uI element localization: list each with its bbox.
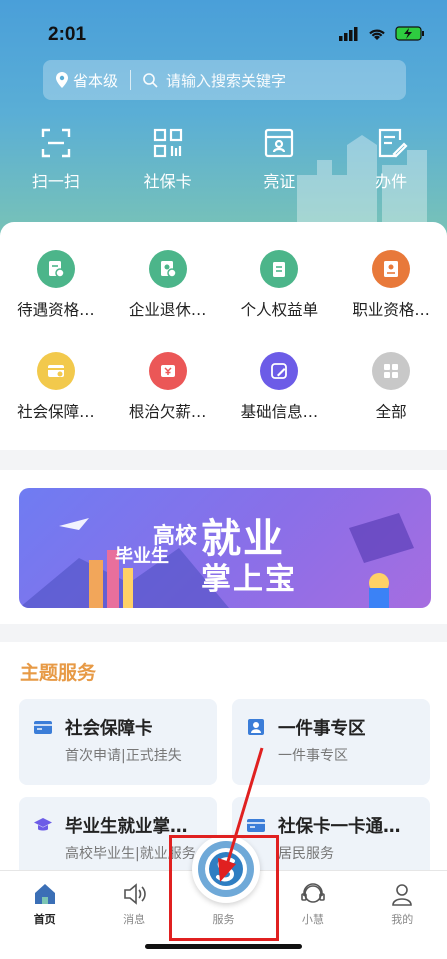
tile-title: 社会保障卡 bbox=[65, 719, 153, 739]
search-placeholder: 请输入搜索关键字 bbox=[166, 71, 287, 90]
card-icon bbox=[34, 721, 52, 734]
tab-home[interactable]: 首页 bbox=[0, 871, 89, 959]
tab-profile[interactable]: 我的 bbox=[358, 871, 447, 959]
user-icon bbox=[392, 884, 413, 906]
rights-icon bbox=[260, 250, 299, 288]
quick-action-cases[interactable]: 办件 bbox=[335, 126, 447, 192]
quick-action-label: 办件 bbox=[375, 172, 408, 191]
service-item[interactable]: 根治欠薪… bbox=[112, 352, 224, 454]
banner-text-palm-treasure: 掌上宝 bbox=[201, 562, 297, 597]
service-item[interactable]: 企业退休… bbox=[112, 250, 224, 352]
wifi-icon bbox=[369, 29, 385, 40]
service-item[interactable]: 个人权益单 bbox=[224, 250, 336, 352]
search-bar[interactable]: 省本级 请输入搜索关键字 bbox=[43, 60, 406, 100]
service-item-all[interactable]: 全部 bbox=[335, 352, 447, 454]
quick-action-scan[interactable]: 扫一扫 bbox=[0, 126, 112, 192]
tab-label: 小慧 bbox=[301, 913, 324, 926]
quick-action-label: 扫一扫 bbox=[31, 172, 80, 191]
theme-tile-social-card[interactable]: 社会保障卡 首次申请|正式挂失 bbox=[19, 699, 217, 785]
quick-action-show-id[interactable]: 亮证 bbox=[224, 126, 336, 192]
wage-icon bbox=[148, 352, 187, 390]
certificate-icon bbox=[372, 250, 411, 288]
status-time: 2:01 bbox=[48, 24, 87, 45]
service-item[interactable]: 基础信息… bbox=[224, 352, 336, 454]
graduation-cap-icon bbox=[34, 818, 52, 831]
banner-text-college: 高校 bbox=[153, 524, 198, 549]
edit-document-icon bbox=[379, 128, 408, 158]
search-icon bbox=[143, 72, 158, 88]
quick-actions: 扫一扫 社保卡 亮证 办件 bbox=[0, 126, 447, 192]
tab-label: 我的 bbox=[391, 913, 414, 926]
tile-subtitle: 一件事专区 bbox=[278, 748, 348, 764]
scan-icon bbox=[41, 128, 71, 158]
info-edit-icon bbox=[260, 352, 299, 390]
home-icon bbox=[34, 884, 55, 904]
status-bar: 2:01 bbox=[0, 0, 447, 60]
tile-subtitle: 首次申请|正式挂失 bbox=[65, 748, 182, 764]
quick-action-label: 亮证 bbox=[263, 172, 296, 191]
retirement-icon bbox=[148, 250, 187, 288]
speaker-icon bbox=[124, 883, 146, 905]
tab-label: 首页 bbox=[33, 913, 56, 926]
card-icon bbox=[247, 819, 265, 832]
qr-code-icon bbox=[153, 128, 182, 158]
location-pin-icon bbox=[56, 72, 68, 88]
theme-tile-one-thing[interactable]: 一件事专区 一件事专区 bbox=[232, 699, 430, 785]
all-apps-icon bbox=[372, 352, 411, 390]
service-item[interactable]: 职业资格… bbox=[335, 250, 447, 352]
section-title: 主题服务 bbox=[20, 662, 97, 684]
headset-icon bbox=[301, 883, 325, 903]
id-card-icon bbox=[265, 128, 294, 158]
card-icon bbox=[36, 352, 75, 390]
battery-charging-icon bbox=[395, 26, 424, 41]
promo-banner[interactable]: 毕业生 高校 就业 掌上宝 bbox=[19, 488, 431, 608]
annotation-highlight-box bbox=[169, 835, 279, 941]
signal-icon bbox=[339, 26, 358, 41]
service-grid-card: 待遇资格… 企业退休… 个人权益单 职业资格… 社会保障… 根治欠薪… 基础信息… bbox=[0, 222, 447, 450]
tile-title: 社保卡一卡通… bbox=[278, 817, 401, 837]
quick-action-label: 社保卡 bbox=[143, 172, 192, 191]
qualification-icon bbox=[36, 250, 75, 288]
service-item[interactable]: 社会保障… bbox=[0, 352, 112, 454]
location-label: 省本级 bbox=[73, 71, 119, 90]
tile-title: 一件事专区 bbox=[278, 719, 366, 739]
search-input[interactable]: 请输入搜索关键字 bbox=[143, 70, 286, 91]
quick-action-social-card[interactable]: 社保卡 bbox=[112, 126, 224, 192]
tile-subtitle: 居民服务 bbox=[278, 846, 334, 862]
location-selector[interactable]: 省本级 bbox=[55, 70, 118, 91]
search-divider bbox=[130, 70, 132, 90]
home-indicator bbox=[145, 944, 302, 949]
person-card-icon bbox=[248, 719, 264, 735]
service-item[interactable]: 待遇资格… bbox=[0, 250, 112, 352]
tab-label: 消息 bbox=[123, 913, 146, 926]
